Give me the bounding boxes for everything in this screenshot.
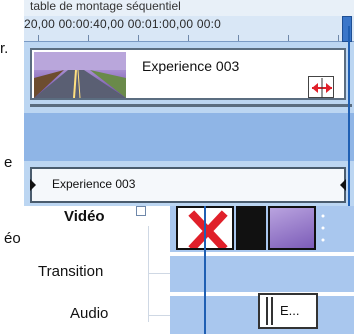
ruler-tick	[238, 35, 239, 41]
playhead-handle[interactable]	[342, 16, 352, 42]
clip-thumbnail	[34, 52, 126, 99]
track-label-transition: Transition	[38, 263, 104, 280]
audio-clip-label: E...	[280, 303, 300, 318]
ruler-tick	[88, 35, 89, 41]
timeline-caption: table de montage séquentiel	[24, 0, 354, 16]
tree-connector	[148, 315, 170, 316]
video-clip[interactable]: Experience 003	[30, 48, 346, 100]
clip-title: Experience 003	[142, 58, 240, 74]
background-text: e	[4, 154, 13, 171]
track-label-audio: Audio	[70, 305, 109, 322]
audio-clip-title: Experience 003	[52, 177, 136, 191]
ruler-tick	[188, 35, 189, 41]
ruler-timecodes: 20,00 00:00:40,00 00:01:00,00 00:0	[24, 17, 221, 31]
track-label-video: Vidéo	[64, 208, 105, 225]
storyboard-clip-blank[interactable]	[236, 206, 266, 250]
storyboard-audio-clip[interactable]: E...	[258, 293, 318, 329]
ruler-tick	[38, 35, 39, 41]
ruler-tick	[288, 35, 289, 41]
more-frames-icon	[321, 214, 325, 242]
storyboard-playhead	[204, 206, 206, 334]
background-text: éo	[4, 230, 21, 247]
transition-track-band[interactable]	[24, 113, 354, 161]
road-thumbnail-icon	[34, 52, 126, 99]
background-text: r.	[0, 40, 9, 57]
timeline-panel: table de montage séquentiel 20,00 00:00:…	[24, 0, 354, 214]
clip-start-marker-icon	[30, 179, 36, 191]
ruler-tick	[338, 35, 339, 41]
expand-icon[interactable]	[136, 206, 146, 216]
audio-clip[interactable]: Experience 003	[30, 167, 346, 203]
clip-edge	[271, 297, 273, 325]
playhead-line	[348, 26, 350, 206]
tree-connector	[148, 226, 149, 322]
storyboard-clip[interactable]	[268, 206, 316, 250]
resize-arrows-icon	[312, 78, 332, 98]
ruler-tick	[138, 35, 139, 41]
clip-end-marker-icon	[340, 179, 346, 191]
clip-edge	[266, 297, 268, 325]
track-divider	[30, 104, 352, 107]
trim-handle[interactable]	[308, 76, 334, 98]
transition-track-row[interactable]	[170, 256, 354, 292]
tree-connector	[148, 273, 170, 274]
